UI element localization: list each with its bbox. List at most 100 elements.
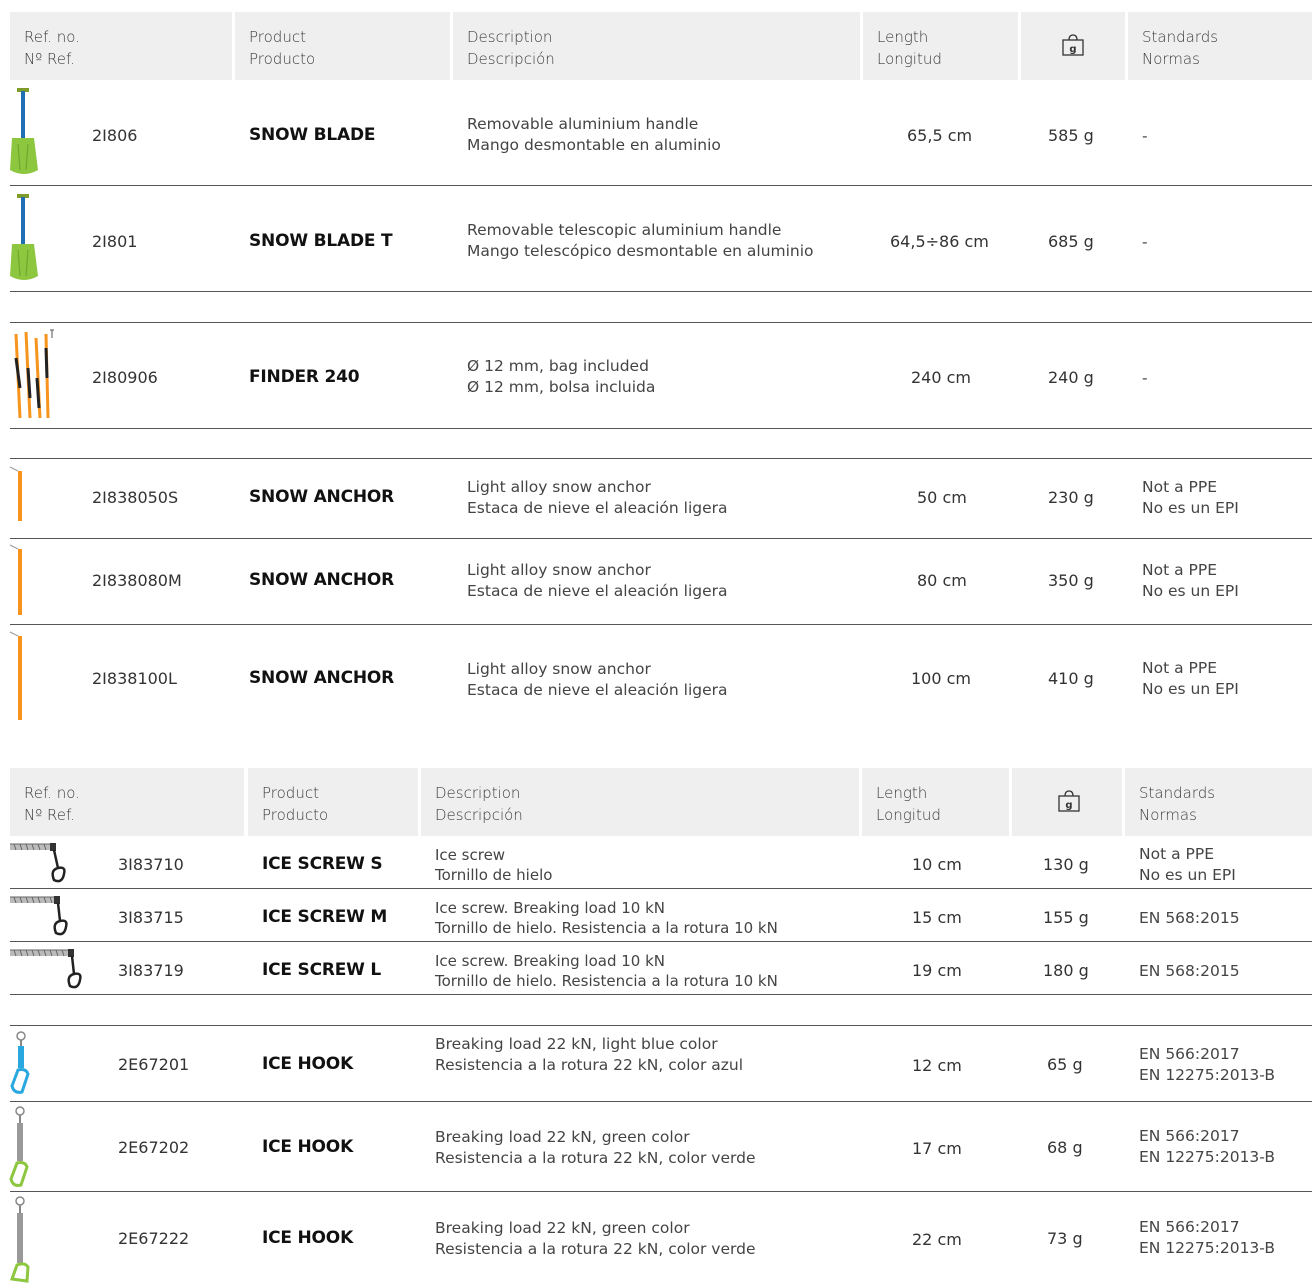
- length-header: Length Longitud: [877, 28, 942, 68]
- weight-cell: 410 g: [1048, 669, 1094, 688]
- length-cell: 17 cm: [912, 1139, 962, 1158]
- standards-cell: Not a PPE No es un EPI: [1142, 561, 1239, 600]
- description-cell: Ice screw. Breaking load 10 kN Tornillo d…: [435, 952, 778, 990]
- row-divider: [10, 185, 1312, 186]
- description-cell: Removable telescopic aluminium handle Man…: [467, 221, 814, 260]
- standards-cell: EN 568:2015: [1139, 909, 1240, 927]
- standards-cell: Not a PPE No es un EPI: [1142, 478, 1239, 517]
- length-cell: 15 cm: [912, 908, 962, 927]
- row-divider: [10, 1025, 1312, 1026]
- ref-cell: 2I838050S: [92, 488, 179, 507]
- product-name: ICE SCREW S: [262, 854, 383, 874]
- product-header: Product Producto: [262, 784, 329, 824]
- standards-cell: EN 566:2017 EN 12275:2013-B: [1139, 1218, 1275, 1257]
- row-divider: [10, 994, 1312, 995]
- row-divider: [10, 888, 1312, 889]
- product-name: ICE HOOK: [262, 1054, 354, 1074]
- standards-cell: Not a PPE No es un EPI: [1139, 845, 1236, 884]
- row-divider: [10, 322, 1312, 323]
- product-name: FINDER 240: [249, 367, 360, 387]
- product-name: ICE SCREW M: [262, 907, 388, 927]
- length-cell: 80 cm: [917, 571, 967, 590]
- description-cell: Light alloy snow anchor Estaca de nieve e…: [467, 478, 728, 517]
- ref-cell: 2E67201: [118, 1055, 190, 1074]
- ref-cell: 3I83719: [118, 961, 184, 980]
- ice-screw-image: [10, 896, 68, 936]
- weight-cell: 240 g: [1048, 368, 1094, 387]
- svg-text:g: g: [1069, 44, 1076, 55]
- weight-cell: 350 g: [1048, 571, 1094, 590]
- ice-hook-image: [9, 1196, 30, 1283]
- standards-cell: EN 566:2017 EN 12275:2013-B: [1139, 1127, 1275, 1166]
- description-cell: Breaking load 22 kN, green color Resisten…: [435, 1128, 756, 1167]
- ice-screw-image: [10, 949, 82, 989]
- ref-header: Ref. no. Nº Ref.: [24, 28, 80, 68]
- weight-cell: 68 g: [1047, 1138, 1083, 1157]
- row-divider: [10, 624, 1312, 625]
- ref-cell: 2E67222: [118, 1229, 190, 1248]
- length-cell: 65,5 cm: [907, 126, 973, 145]
- description-header: Description Descripción: [467, 28, 555, 68]
- standards-cell: -: [1142, 127, 1148, 145]
- length-cell: 22 cm: [912, 1230, 962, 1249]
- standards-header: Standards Normas: [1142, 28, 1219, 68]
- description-cell: Ice screw. Breaking load 10 kN Tornillo d…: [435, 899, 778, 937]
- weight-cell: 585 g: [1048, 126, 1094, 145]
- ref-header: Ref. no. Nº Ref.: [24, 784, 80, 824]
- avalanche-probe-image: [14, 329, 54, 419]
- snow-shovel-image: [10, 88, 38, 174]
- weight-icon: g: [1062, 34, 1084, 56]
- product-name: ICE HOOK: [262, 1137, 354, 1157]
- row-divider: [10, 428, 1312, 429]
- row-divider: [10, 1101, 1312, 1102]
- standards-header: Standards Normas: [1139, 784, 1216, 824]
- ice-hook-image: [9, 1106, 29, 1187]
- standards-cell: -: [1142, 233, 1148, 251]
- snow-shovel-image: [10, 194, 38, 280]
- ref-cell: 3I83715: [118, 908, 184, 927]
- weight-cell: 180 g: [1043, 961, 1089, 980]
- snow-anchor-image: [9, 544, 22, 615]
- weight-cell: 155 g: [1043, 908, 1089, 927]
- description-header: Description Descripción: [435, 784, 523, 824]
- snow-anchor-image: [9, 631, 22, 720]
- product-name: SNOW ANCHOR: [249, 570, 395, 590]
- ref-cell: 2I801: [92, 232, 138, 251]
- length-header: Length Longitud: [876, 784, 941, 824]
- length-cell: 19 cm: [912, 961, 962, 980]
- product-name: SNOW ANCHOR: [249, 668, 395, 688]
- weight-cell: 130 g: [1043, 855, 1089, 874]
- row-divider: [10, 458, 1312, 459]
- weight-icon: g: [1058, 790, 1080, 812]
- description-cell: Breaking load 22 kN, green color Resisten…: [435, 1219, 756, 1258]
- ref-cell: 2I80906: [92, 368, 158, 387]
- row-divider: [10, 1191, 1312, 1192]
- length-cell: 12 cm: [912, 1056, 962, 1075]
- product-name: ICE SCREW L: [262, 960, 382, 980]
- weight-cell: 65 g: [1047, 1055, 1083, 1074]
- standards-cell: EN 566:2017 EN 12275:2013-B: [1139, 1045, 1275, 1084]
- ice-hook-image: [10, 1031, 30, 1094]
- description-cell: Ø 12 mm, bag included Ø 12 mm, bolsa incl…: [467, 357, 656, 396]
- snow-anchor-image: [9, 466, 22, 521]
- length-cell: 10 cm: [912, 855, 962, 874]
- ref-cell: 2I838080M: [92, 571, 182, 590]
- description-cell: Breaking load 22 kN, light blue color Res…: [435, 1035, 744, 1074]
- standards-cell: EN 568:2015: [1139, 962, 1240, 980]
- ref-cell: 2E67202: [118, 1138, 190, 1157]
- length-cell: 50 cm: [917, 488, 967, 507]
- description-cell: Light alloy snow anchor Estaca de nieve e…: [467, 561, 728, 600]
- standards-cell: Not a PPE No es un EPI: [1142, 659, 1239, 698]
- standards-cell: -: [1142, 369, 1148, 387]
- product-name: SNOW BLADE: [249, 125, 376, 145]
- description-cell: Light alloy snow anchor Estaca de nieve e…: [467, 660, 728, 699]
- ice-screw-image: [10, 843, 66, 883]
- weight-cell: 73 g: [1047, 1229, 1083, 1248]
- description-cell: Ice screw Tornillo de hielo: [435, 846, 553, 884]
- product-name: SNOW ANCHOR: [249, 487, 395, 507]
- product-name: ICE HOOK: [262, 1228, 354, 1248]
- row-divider: [10, 291, 1312, 292]
- description-cell: Removable aluminium handle Mango desmonta…: [467, 115, 721, 154]
- svg-text:g: g: [1065, 800, 1072, 811]
- ref-cell: 2I838100L: [92, 669, 177, 688]
